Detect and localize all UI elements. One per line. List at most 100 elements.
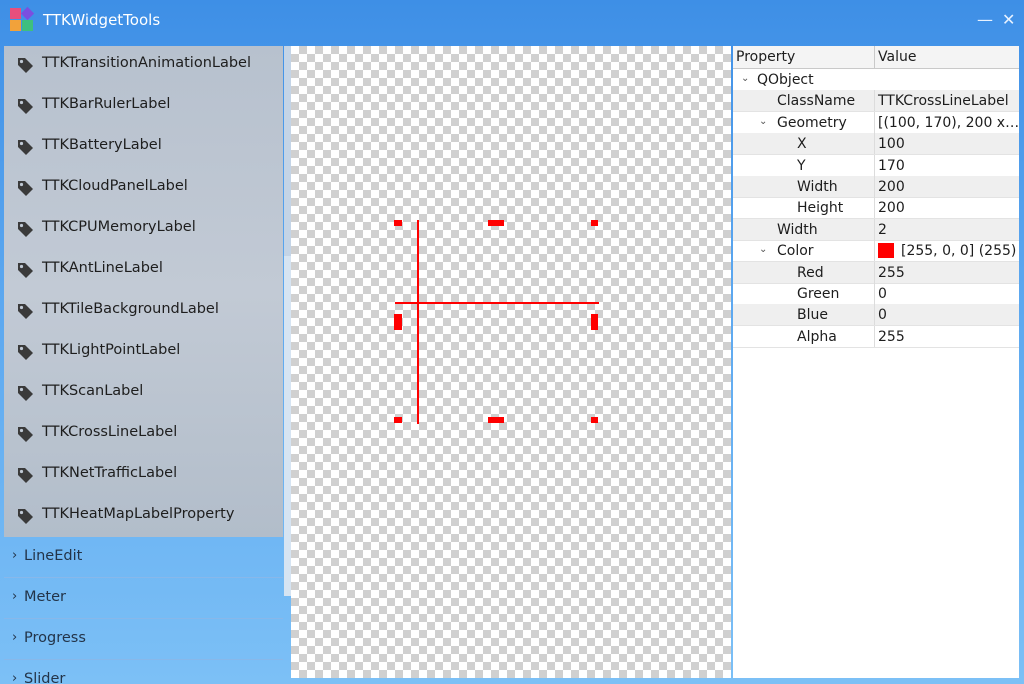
widget-item-label: TTKAntLineLabel	[42, 260, 163, 276]
close-button[interactable]: ✕	[1002, 10, 1015, 30]
preview-canvas[interactable]	[291, 46, 731, 678]
property-row[interactable]: ClassName TTKCrossLineLabel	[733, 90, 1019, 113]
color-swatch[interactable]	[878, 243, 894, 259]
expand-arrow-icon[interactable]: ⌄	[759, 244, 767, 255]
property-row[interactable]: Width 200	[733, 176, 1019, 198]
chevron-right-icon: ›	[12, 589, 18, 604]
widget-list-item[interactable]: TTKTransitionAnimationLabel	[4, 44, 283, 85]
category-label: Progress	[24, 630, 86, 646]
property-name: Width	[777, 221, 818, 238]
tag-icon	[18, 468, 33, 483]
property-name: Alpha	[797, 328, 837, 345]
expand-arrow-icon[interactable]: ⌄	[741, 73, 749, 84]
chevron-right-icon: ›	[12, 671, 18, 684]
property-name: Blue	[797, 307, 828, 324]
widget-item-label: TTKHeatMapLabelProperty	[42, 506, 235, 522]
property-row[interactable]: ⌄ QObject	[733, 69, 1019, 91]
category-meter[interactable]: › Meter	[4, 578, 283, 619]
tag-icon	[18, 427, 33, 442]
selection-handle[interactable]	[394, 220, 402, 226]
property-row[interactable]: Alpha 255	[733, 325, 1019, 348]
property-name: ClassName	[777, 93, 856, 110]
window-title: TTKWidgetTools	[43, 11, 161, 29]
property-value[interactable]: 100	[878, 136, 905, 152]
chevron-right-icon: ›	[12, 630, 18, 645]
property-name: Height	[797, 200, 844, 217]
property-value[interactable]: 2	[878, 222, 887, 238]
widget-list-item[interactable]: TTKNetTrafficLabel	[4, 454, 283, 495]
category-progress[interactable]: › Progress	[4, 619, 283, 660]
property-row[interactable]: ⌄ Color [255, 0, 0] (255)	[733, 240, 1019, 263]
selection-handle[interactable]	[488, 417, 504, 423]
widget-list-item[interactable]: TTKBarRulerLabel	[4, 85, 283, 126]
tag-icon	[18, 58, 33, 73]
widget-tree: TTKTransitionAnimationLabel TTKBarRulerLa…	[4, 43, 283, 684]
widget-item-label: TTKCloudPanelLabel	[42, 178, 188, 194]
property-row[interactable]: Y 170	[733, 154, 1019, 177]
widget-list-item[interactable]: TTKAntLineLabel	[4, 249, 283, 290]
selection-handle[interactable]	[591, 417, 598, 423]
selection-handle[interactable]	[394, 314, 402, 330]
widget-list-item[interactable]: TTKCrossLineLabel	[4, 413, 283, 454]
widget-item-label: TTKScanLabel	[42, 383, 144, 399]
property-value[interactable]: [255, 0, 0] (255)	[901, 243, 1016, 259]
tag-icon	[18, 181, 33, 196]
property-value[interactable]: 170	[878, 158, 905, 174]
widget-list-item[interactable]: TTKTileBackgroundLabel	[4, 290, 283, 331]
widget-list-item[interactable]: TTKLightPointLabel	[4, 331, 283, 372]
cross-horizontal-line	[395, 302, 599, 304]
tag-icon	[18, 140, 33, 155]
property-value[interactable]: TTKCrossLineLabel	[878, 93, 1009, 109]
property-row[interactable]: Height 200	[733, 197, 1019, 220]
widget-list-item[interactable]: TTKHeatMapLabelProperty	[4, 495, 283, 536]
selection-handle[interactable]	[591, 220, 598, 226]
property-value[interactable]: 0	[878, 307, 887, 323]
property-column-header[interactable]: Property	[736, 49, 795, 65]
widget-item-label: TTKNetTrafficLabel	[42, 465, 178, 481]
property-value[interactable]: 0	[878, 286, 887, 302]
selection-handle[interactable]	[488, 220, 504, 226]
left-scrollbar[interactable]	[284, 46, 291, 596]
widget-item-label: TTKTileBackgroundLabel	[42, 301, 219, 317]
selection-handle[interactable]	[591, 314, 598, 330]
expand-arrow-icon[interactable]: ⌄	[759, 116, 767, 127]
property-value[interactable]: 255	[878, 329, 905, 345]
property-row[interactable]: Width 2	[733, 218, 1019, 241]
property-name: Red	[797, 264, 824, 281]
property-name: Green	[797, 286, 840, 302]
tag-icon	[18, 99, 33, 114]
property-row[interactable]: Blue 0	[733, 304, 1019, 327]
widget-list-item[interactable]: TTKCPUMemoryLabel	[4, 208, 283, 249]
title-bar: TTKWidgetTools — ✕	[0, 0, 1024, 42]
widget-list-item[interactable]: TTKBatteryLabel	[4, 126, 283, 167]
widget-list-item[interactable]: TTKCloudPanelLabel	[4, 167, 283, 208]
category-lineedit[interactable]: › LineEdit	[4, 537, 283, 578]
property-row[interactable]: Red 255	[733, 261, 1019, 284]
property-name: Geometry	[777, 114, 847, 131]
property-row[interactable]: ⌄ Geometry [(100, 170), 200 x…	[733, 111, 1019, 134]
property-row[interactable]: X 100	[733, 133, 1019, 156]
property-value[interactable]: 200	[878, 200, 905, 216]
tag-icon	[18, 345, 33, 360]
property-value[interactable]: 200	[878, 179, 905, 195]
minimize-button[interactable]: —	[977, 10, 993, 30]
category-slider[interactable]: › Slider	[4, 660, 283, 684]
property-browser: Property Value ⌄ QObject ClassName TTKCross…	[733, 46, 1019, 678]
property-value[interactable]: 255	[878, 265, 905, 281]
tag-icon	[18, 222, 33, 237]
category-label: LineEdit	[24, 548, 83, 564]
chevron-right-icon: ›	[12, 548, 18, 563]
property-name: Color	[777, 243, 814, 260]
widget-item-label: TTKLightPointLabel	[42, 342, 181, 358]
property-name: Y	[797, 157, 806, 174]
widget-item-label: TTKTransitionAnimationLabel	[42, 55, 252, 71]
value-column-header[interactable]: Value	[878, 49, 916, 65]
category-label: Meter	[24, 589, 66, 605]
tag-icon	[18, 304, 33, 319]
property-value[interactable]: [(100, 170), 200 x…	[878, 115, 1019, 131]
selection-handle[interactable]	[394, 417, 402, 423]
widget-list: TTKTransitionAnimationLabel TTKBarRulerLa…	[4, 46, 283, 537]
widget-list-item[interactable]: TTKScanLabel	[4, 372, 283, 413]
left-scrollbar-thumb[interactable]	[284, 46, 291, 256]
property-row[interactable]: Green 0	[733, 283, 1019, 305]
